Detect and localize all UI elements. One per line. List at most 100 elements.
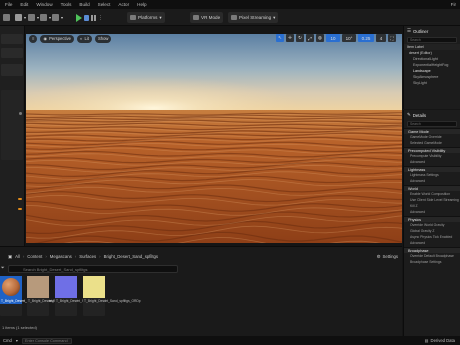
details-property-row[interactable]: Broadphase Settings xyxy=(404,259,460,265)
material-sphere-icon xyxy=(2,278,20,296)
derived-data-button[interactable]: ▤ Derived Data xyxy=(425,338,455,343)
asset-thumbnail xyxy=(55,276,77,298)
search-placeholder: Search xyxy=(410,122,421,126)
folder-icon: ▣ xyxy=(8,253,13,259)
derived-data-label: Derived Data xyxy=(430,338,455,343)
grid-snap-toggle[interactable]: 10 xyxy=(326,34,340,42)
vr-mode-label: VR Mode xyxy=(201,15,221,20)
asset-tile[interactable]: T_Bright_Desert_Sand_spfiltgs_Inst xyxy=(0,276,54,316)
mode-tool-button[interactable] xyxy=(1,64,23,76)
rotation-snap-toggle[interactable]: 10° xyxy=(342,34,356,42)
outliner-item[interactable]: SkyLight xyxy=(404,80,460,86)
mode-tool-button[interactable] xyxy=(1,48,23,58)
derived-data-icon: ▤ xyxy=(424,338,429,343)
window-title-fragment: Fir xyxy=(450,2,456,7)
asset-tile[interactable]: T_Bright_Desert_Sand_spfiltgs_D xyxy=(27,276,78,316)
asset-label: T_Bright_Desert_Sand_spfiltgs_ORDp xyxy=(83,298,141,304)
chevron-down-icon: ▾ xyxy=(273,14,276,20)
details-property-row[interactable]: Advanced xyxy=(404,209,460,215)
maximize-icon[interactable]: ⛶ xyxy=(388,34,396,42)
breadcrumb-item[interactable]: Content xyxy=(27,254,42,259)
level-viewport[interactable] xyxy=(26,34,402,243)
pause-icon[interactable] xyxy=(91,14,96,21)
details-tab[interactable]: ✎ Details xyxy=(404,110,460,120)
mode-select-button[interactable]: ▾ xyxy=(15,12,26,23)
pixel-streaming-button[interactable]: Pixel Streaming ▾ xyxy=(228,12,279,23)
chevron-right-icon: › xyxy=(99,254,101,259)
status-bar: Cmd ▾ Enter Console Command ▤ Derived Da… xyxy=(0,336,460,345)
chevron-down-icon: ▾ xyxy=(24,15,27,20)
camera-icon: ◉ xyxy=(43,36,48,41)
menu-actor[interactable]: Actor xyxy=(118,2,129,7)
scale-icon[interactable]: ⤢ xyxy=(306,34,314,42)
asset-tile[interactable]: T_Bright_Desert_Sand_spfiltgs_N xyxy=(55,276,106,316)
menu-build[interactable]: Build xyxy=(79,2,89,7)
play-icon[interactable] xyxy=(76,13,82,22)
console-command-input[interactable]: Enter Console Command xyxy=(21,337,72,344)
viewport-menu-button[interactable]: ≡ xyxy=(29,34,38,43)
filter-icon[interactable]: ⏷ xyxy=(1,265,5,270)
chevron-right-icon: › xyxy=(22,254,25,259)
search-placeholder: Search xyxy=(410,38,421,42)
details-panel: ✎ Details Search Game Mode GameMode Overr… xyxy=(403,110,460,336)
asset-search-input[interactable]: Search Bright_Desert_Sand_spfiltgs xyxy=(8,265,178,273)
vr-mode-button[interactable]: VR Mode xyxy=(190,12,224,23)
asset-thumbnail xyxy=(0,276,22,298)
gear-icon[interactable] xyxy=(19,112,22,115)
details-property-row[interactable]: Advanced xyxy=(404,159,460,165)
camera-speed-button[interactable]: 4 xyxy=(376,34,386,42)
translate-icon[interactable]: ✛ xyxy=(286,34,294,42)
content-shortcut-button[interactable]: ▾ xyxy=(28,12,39,23)
breadcrumb-item[interactable]: All xyxy=(15,254,20,259)
perspective-label: Perspective xyxy=(49,36,71,41)
more-options-icon[interactable]: ⋮ xyxy=(98,15,103,21)
menu-window[interactable]: Window xyxy=(36,2,52,7)
menu-file[interactable]: File xyxy=(5,2,12,7)
scale-snap-toggle[interactable]: 0.25 xyxy=(358,34,374,42)
viewport-toolbar: ≡ ◉ Perspective ◐ Lit Show ↖ ✛ ↻ ⤢ ◍ 10 … xyxy=(26,33,402,44)
chevron-down-icon: ▾ xyxy=(49,15,52,20)
select-icon[interactable]: ↖ xyxy=(276,34,284,42)
show-button[interactable]: Show xyxy=(94,34,112,43)
rotate-icon[interactable]: ↻ xyxy=(296,34,304,42)
asset-thumbnail xyxy=(27,276,49,298)
details-title: Details xyxy=(412,112,427,118)
menu-edit[interactable]: Edit xyxy=(20,2,28,7)
details-sections: Game Mode GameMode Override Selected GameM… xyxy=(404,128,460,265)
lit-button[interactable]: ◐ Lit xyxy=(77,34,92,43)
mode-tool-button[interactable] xyxy=(1,34,23,44)
console-placeholder: Enter Console Command xyxy=(24,338,68,343)
world-icon[interactable]: ◍ xyxy=(316,34,324,42)
breadcrumb-item[interactable]: Megascans xyxy=(50,254,72,259)
menu-help[interactable]: Help xyxy=(137,2,146,7)
clapperboard-icon xyxy=(52,14,59,21)
save-button[interactable] xyxy=(3,12,10,23)
asset-tile[interactable]: T_Bright_Desert_Sand_spfiltgs_ORDp xyxy=(83,276,141,316)
breadcrumb-item[interactable]: Bright_Desert_Sand_spfiltgs xyxy=(104,254,158,259)
menu-select[interactable]: Select xyxy=(98,2,111,7)
chevron-down-icon: ▾ xyxy=(61,15,64,20)
platforms-button[interactable]: Platforms ▾ xyxy=(127,12,165,23)
blueprint-button[interactable]: ▾ xyxy=(40,12,51,23)
camera-speed-value: 4 xyxy=(379,35,383,41)
details-property-row[interactable]: Advanced xyxy=(404,178,460,184)
outliner-icon: ☰ xyxy=(407,28,411,33)
outliner-header: ☰ Outliner xyxy=(404,26,460,36)
details-property-row[interactable]: Advanced xyxy=(404,240,460,246)
lit-label: Lit xyxy=(84,36,89,41)
details-property-row[interactable]: Selected GameMode xyxy=(404,140,460,146)
cmd-label[interactable]: Cmd xyxy=(3,338,12,343)
breadcrumb-item[interactable]: Surfaces xyxy=(79,254,96,259)
perspective-button[interactable]: ◉ Perspective xyxy=(40,34,74,43)
outliner-search-input[interactable]: Search xyxy=(407,37,457,43)
asset-label: T_Bright_Desert_Sand_spfiltgs_D xyxy=(27,298,78,304)
skip-frame-icon[interactable] xyxy=(84,14,89,21)
asset-label: T_Bright_Desert_Sand_spfiltgs_Inst xyxy=(0,298,54,304)
cinematics-button[interactable]: ▾ xyxy=(52,12,63,23)
save-icon xyxy=(3,14,10,21)
settings-button[interactable]: ⚙ Settings xyxy=(377,254,398,260)
details-search-input[interactable]: Search xyxy=(407,121,457,127)
menu-tools[interactable]: Tools xyxy=(61,2,72,7)
gear-icon: ⚙ xyxy=(376,253,381,259)
asset-label: T_Bright_Desert_Sand_spfiltgs_N xyxy=(55,298,106,304)
